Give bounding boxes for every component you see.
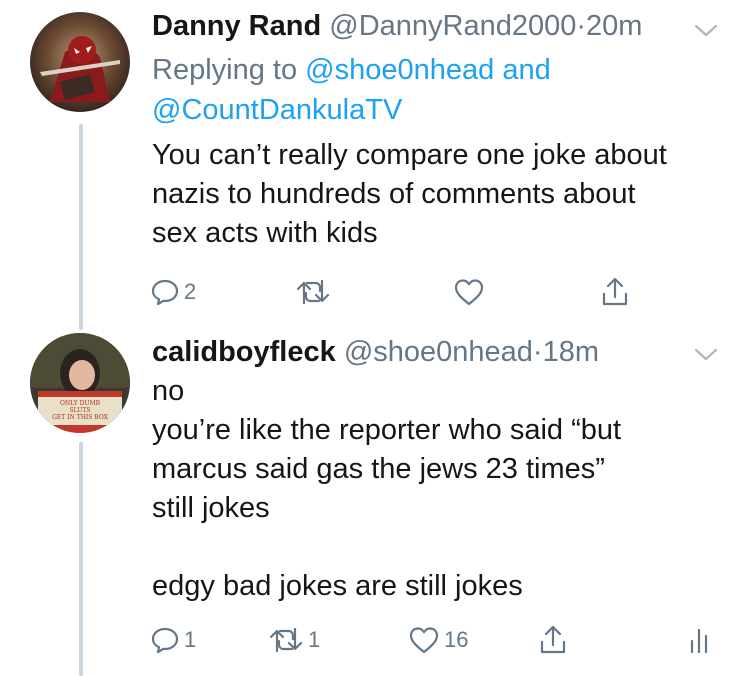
retweet-button[interactable] bbox=[295, 272, 335, 312]
analytics-icon bbox=[690, 628, 708, 654]
thread-line bbox=[79, 442, 83, 676]
separator: · bbox=[576, 10, 587, 42]
reply-count: 2 bbox=[184, 279, 197, 304]
like-count: 16 bbox=[444, 627, 469, 652]
replying-to: Replying to @shoe0nhead and @CountDankul… bbox=[152, 50, 712, 130]
like-icon bbox=[454, 279, 484, 306]
timestamp[interactable]: 18m bbox=[543, 336, 599, 368]
reply-button[interactable]: 2 bbox=[150, 272, 196, 312]
svg-text:SLUTS: SLUTS bbox=[70, 407, 91, 414]
tweet-text: no you’re like the reporter who said “bu… bbox=[152, 375, 622, 602]
share-button[interactable] bbox=[538, 620, 568, 660]
display-name[interactable]: Danny Rand bbox=[152, 10, 321, 42]
retweet-icon bbox=[269, 627, 303, 653]
retweet-count: 1 bbox=[308, 627, 321, 652]
tweet-header: calidboyfleck @shoe0nhead·18m bbox=[152, 334, 599, 370]
user-handle[interactable]: @shoe0nhead bbox=[344, 336, 533, 368]
replying-prefix: Replying to bbox=[152, 54, 298, 86]
retweet-icon bbox=[296, 279, 330, 305]
tweet-header: Danny Rand @DannyRand2000·20m bbox=[152, 8, 642, 44]
like-button[interactable]: 16 bbox=[408, 620, 468, 660]
avatar-sign-text: ONLY DUMB bbox=[60, 400, 101, 407]
tweet-text: You can’t really compare one joke about … bbox=[152, 139, 667, 249]
analytics-button[interactable] bbox=[688, 620, 710, 660]
like-icon bbox=[409, 627, 439, 654]
reply-count: 1 bbox=[184, 627, 197, 652]
avatar[interactable]: ONLY DUMB SLUTS GET IN THIS BOX bbox=[30, 333, 130, 433]
chevron-down-icon[interactable] bbox=[693, 344, 719, 366]
share-icon bbox=[602, 277, 628, 306]
reply-icon bbox=[151, 627, 179, 654]
svg-text:GET IN THIS BOX: GET IN THIS BOX bbox=[52, 414, 109, 421]
display-name[interactable]: calidboyfleck bbox=[152, 336, 336, 368]
user-handle[interactable]: @DannyRand2000 bbox=[329, 10, 576, 42]
separator: · bbox=[532, 336, 543, 368]
share-icon bbox=[540, 625, 566, 654]
retweet-button[interactable]: 1 bbox=[268, 620, 320, 660]
thread-line bbox=[79, 124, 83, 330]
reply-icon bbox=[151, 279, 179, 306]
chevron-down-icon[interactable] bbox=[693, 20, 719, 42]
like-button[interactable] bbox=[453, 272, 489, 312]
tweet-actions: 1 1 16 bbox=[150, 620, 720, 660]
avatar[interactable] bbox=[30, 12, 130, 112]
timestamp[interactable]: 20m bbox=[586, 10, 642, 42]
mention-link[interactable]: @CountDankulaTV bbox=[152, 94, 402, 126]
share-button[interactable] bbox=[600, 272, 630, 312]
reply-button[interactable]: 1 bbox=[150, 620, 196, 660]
tweet-actions: 2 bbox=[150, 272, 710, 312]
mention-link[interactable]: @shoe0nhead bbox=[305, 54, 494, 86]
replying-and[interactable]: and bbox=[502, 54, 550, 86]
